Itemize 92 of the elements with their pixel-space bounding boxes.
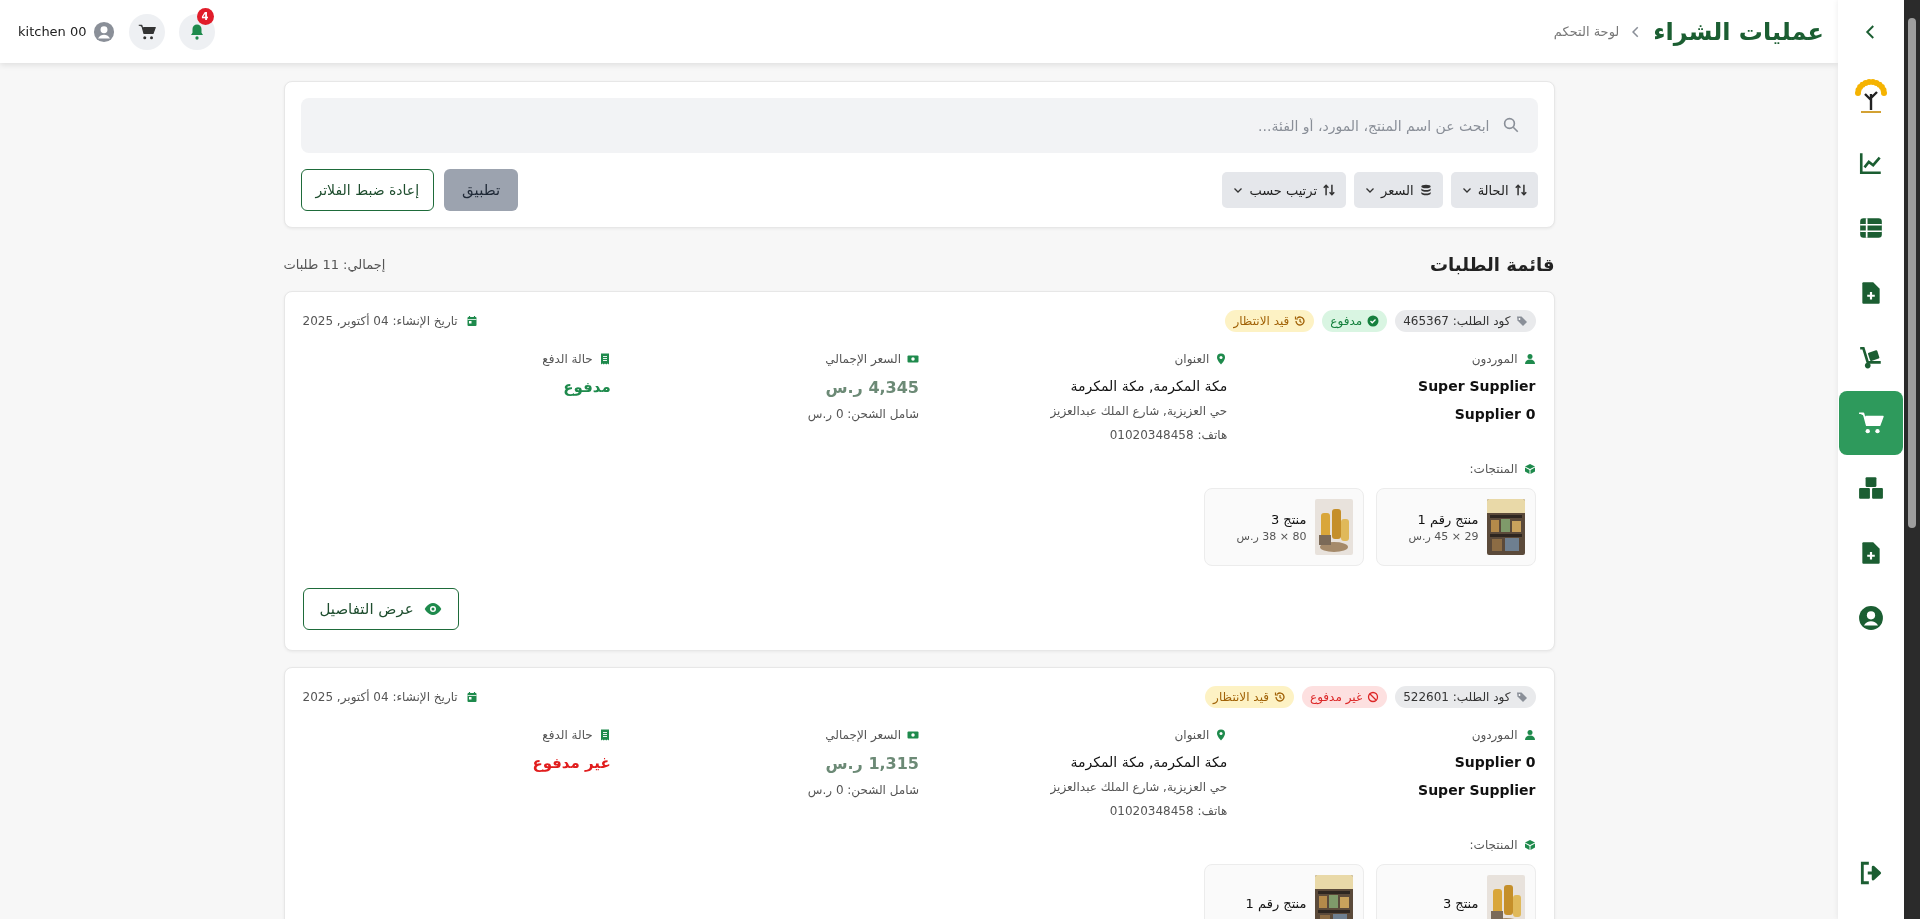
field-label: السعر الإجمالي xyxy=(825,352,901,366)
person-icon xyxy=(1523,353,1536,365)
ban-icon xyxy=(1367,691,1380,703)
breadcrumb-link[interactable]: لوحة التحكم xyxy=(1553,24,1620,39)
payment-status: مدفوع xyxy=(563,378,611,396)
supplier-name: Super Supplier xyxy=(1418,378,1536,394)
product-name: منتج رقم 1 xyxy=(1416,511,1479,527)
tag-icon xyxy=(1515,315,1528,327)
shipping-note: شامل الشحن: 0 ر.س xyxy=(807,407,919,421)
search-icon xyxy=(1501,116,1520,134)
product-card[interactable]: منتج 3 80 × 38 ر.س xyxy=(1203,488,1364,566)
notification-count: 4 xyxy=(196,7,214,25)
hand-truck-icon xyxy=(1858,345,1884,371)
status-badge: قيد الانتظار xyxy=(1205,686,1294,708)
field-label: حالة الدفع xyxy=(542,352,593,366)
total-price: 1,315 ر.س xyxy=(825,754,919,773)
sort-icon xyxy=(1513,183,1528,197)
cart-button[interactable] xyxy=(128,13,165,50)
field-label: العنوان xyxy=(1174,728,1210,742)
created-date: تاريخ الإنشاء: 04 أكتوبر, 2025 xyxy=(302,314,458,328)
avatar-icon xyxy=(92,20,115,43)
boxes-icon xyxy=(1858,475,1884,501)
scroll-thumb[interactable] xyxy=(1908,18,1916,528)
coins-icon xyxy=(1418,183,1433,197)
calendar-icon xyxy=(465,315,478,327)
logout-icon xyxy=(1858,860,1884,886)
supplier-name: Super Supplier xyxy=(1418,782,1536,798)
section-title: قائمة الطلبات xyxy=(1429,254,1555,275)
filter-dropdown[interactable]: الحالة xyxy=(1450,172,1538,208)
history-icon xyxy=(1274,691,1286,703)
calendar-icon xyxy=(465,691,478,703)
receipt-icon xyxy=(598,353,611,365)
filter-dropdown[interactable]: ترتيب حسب xyxy=(1222,172,1346,208)
field-label: المنتجات: xyxy=(1469,462,1518,476)
table-icon xyxy=(1858,215,1884,241)
product-name: منتج رقم 1 xyxy=(1245,895,1307,911)
field-label: السعر الإجمالي xyxy=(825,728,901,742)
product-price: 29 × 45 ر.س xyxy=(1408,529,1479,543)
sort-icon xyxy=(1322,183,1336,197)
product-card[interactable]: منتج 3 xyxy=(1375,864,1536,919)
created-date: تاريخ الإنشاء: 04 أكتوبر, 2025 xyxy=(302,690,458,704)
product-price: 80 × 38 ر.س xyxy=(1236,529,1307,543)
total-price: 4,345 ر.س xyxy=(825,378,919,397)
field-label: العنوان xyxy=(1174,352,1210,366)
cart-icon xyxy=(1858,410,1884,436)
supplier-name: Supplier 0 xyxy=(1454,754,1536,770)
field-label: حالة الدفع xyxy=(542,728,593,742)
address-city: مكة المكرمة, مكة المكرمة xyxy=(1070,754,1228,770)
reset-filters-button[interactable]: إعادة ضبط الفلاتر xyxy=(300,169,435,211)
check-circle-icon xyxy=(1367,315,1380,327)
phone-number: هاتف: 01020348458 xyxy=(1109,804,1228,818)
field-label: الموردون xyxy=(1471,352,1518,366)
view-details-button[interactable]: عرض التفاصيل xyxy=(302,588,459,630)
scrollbar[interactable] xyxy=(1904,0,1920,919)
receipt-icon xyxy=(598,729,611,741)
status-badge: غير مدفوع xyxy=(1302,686,1388,708)
location-pin-icon xyxy=(1215,353,1228,365)
field-label: المنتجات: xyxy=(1469,838,1518,852)
box-icon xyxy=(1523,839,1536,851)
box-icon xyxy=(1523,463,1536,475)
product-name: منتج 3 xyxy=(1269,511,1307,527)
product-name: منتج 3 xyxy=(1442,895,1479,911)
cart-icon xyxy=(137,22,156,41)
user-menu[interactable]: kitchen 00 xyxy=(18,20,115,43)
cash-icon xyxy=(907,353,919,365)
status-badge: قيد الانتظار xyxy=(1225,310,1315,332)
order-code: كود الطلب: 465367 xyxy=(1403,314,1511,328)
address-street: حي العزيزية, شارع الملك عبدالعزيز xyxy=(1050,404,1228,418)
product-card[interactable]: منتج رقم 1 29 × 45 ر.س xyxy=(1375,488,1536,566)
total-count: إجمالي: 11 طلبات xyxy=(283,257,386,272)
sidebar-item[interactable] xyxy=(1839,391,1903,455)
page-title: عمليات الشراء xyxy=(1653,17,1824,46)
address-street: حي العزيزية, شارع الملك عبدالعزيز xyxy=(1050,780,1228,794)
tag-icon xyxy=(1515,691,1528,703)
shipping-note: شامل الشحن: 0 ر.س xyxy=(807,783,919,797)
eye-icon xyxy=(423,600,442,618)
phone-number: هاتف: 01020348458 xyxy=(1109,428,1228,442)
location-pin-icon xyxy=(1215,729,1228,741)
payment-status: غير مدفوع xyxy=(532,754,611,772)
notifications-button[interactable] xyxy=(178,13,215,50)
person-icon xyxy=(1523,729,1536,741)
order-code: كود الطلب: 522601 xyxy=(1403,690,1511,704)
supplier-name: Supplier 0 xyxy=(1454,406,1536,422)
user-circle-icon xyxy=(1858,605,1884,631)
cash-icon xyxy=(907,729,919,741)
status-badge: مدفوع xyxy=(1322,310,1388,332)
history-icon xyxy=(1294,315,1307,327)
filter-dropdown[interactable]: السعر xyxy=(1354,172,1443,208)
field-label: الموردون xyxy=(1471,728,1518,742)
address-city: مكة المكرمة, مكة المكرمة xyxy=(1070,378,1228,394)
product-card[interactable]: منتج رقم 1 xyxy=(1203,864,1364,919)
chart-icon xyxy=(1858,150,1884,176)
